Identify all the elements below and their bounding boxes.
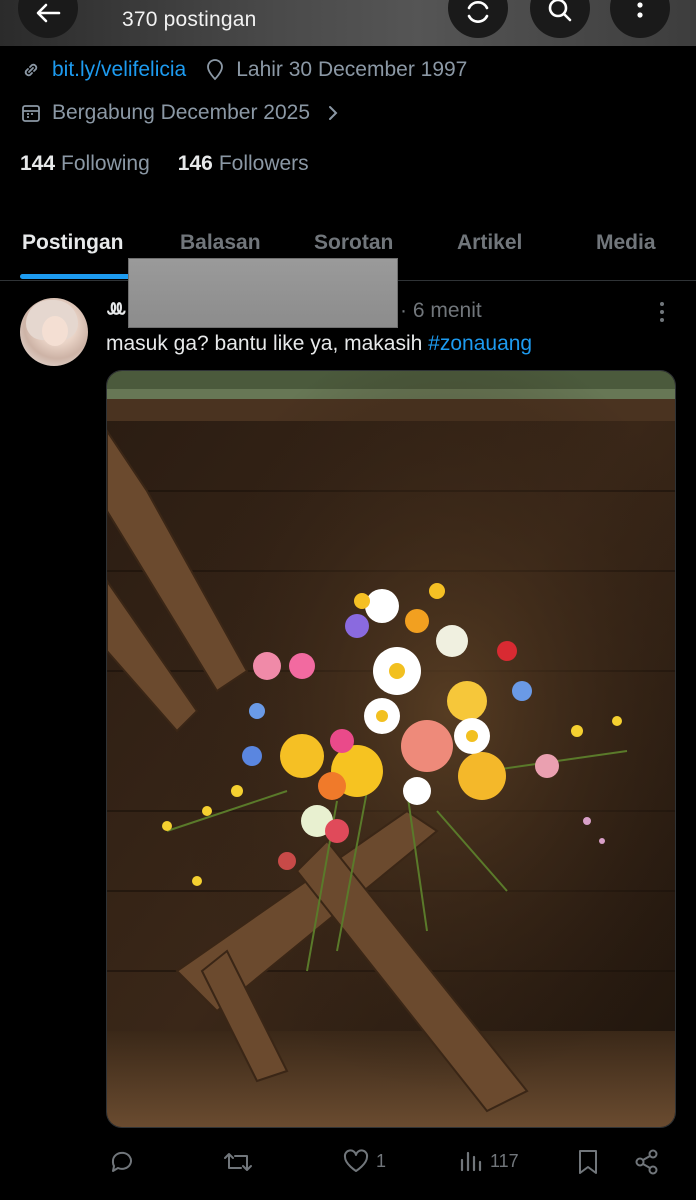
redaction-box [128,258,398,328]
active-tab-indicator [20,274,138,279]
tab-balasan[interactable]: Balasan [180,231,261,255]
like-count: 1 [376,1150,387,1171]
bookmark-icon [579,1150,597,1174]
bar-chart-icon [460,1151,482,1172]
views-button[interactable]: 117 [458,1148,519,1174]
joined-row[interactable]: Bergabung December 2025 [20,101,354,125]
following-count: 144 [20,152,56,175]
heart-icon [343,1149,369,1172]
follow-stats: 144 Following 146 Followers [20,152,309,176]
bouquet-photo [107,371,675,1127]
tweet-more-button[interactable] [650,300,674,324]
followers-label: Followers [218,152,309,175]
chevron-right-icon [322,102,344,124]
retweet-button[interactable] [222,1148,260,1176]
tweet-author-name[interactable]: ꔛ [106,298,127,322]
tweet-text: masuk ga? bantu like ya, makasih #zonaua… [106,332,532,356]
profile-website-link[interactable]: bit.ly/velifelicia [52,58,186,82]
tab-postingan[interactable]: Postingan [22,231,124,255]
header-backdrop [0,0,696,46]
refresh-icon [467,1,489,23]
tab-artikel[interactable]: Artikel [457,231,522,255]
location-pin-icon [204,59,226,81]
joined-date: Bergabung December 2025 [52,101,311,124]
profile-meta-row: bit.ly/velifelicia Lahir 30 December 199… [20,58,467,82]
tweet-body: masuk ga? bantu like ya, makasih [106,332,429,355]
tab-media[interactable]: Media [596,231,656,255]
avatar[interactable] [20,298,88,366]
more-vertical-icon [637,2,643,18]
calendar-icon [20,102,42,124]
followers-count: 146 [177,152,213,175]
tweet-image[interactable] [106,370,676,1128]
reply-button[interactable] [108,1148,142,1176]
top-app-bar: 370 postingan [0,0,696,46]
avatar-face [42,316,68,346]
views-count: 117 [490,1150,519,1171]
share-button[interactable] [634,1148,660,1176]
reply-icon [111,1151,132,1172]
link-icon [20,59,42,81]
following-label: Following [61,152,150,175]
arrow-left-icon [36,3,61,23]
post-count-title: 370 postingan [122,8,257,31]
tweet-time[interactable]: · 6 menit [400,299,482,323]
tweet-actions: 1 117 [106,1148,676,1182]
bookmark-button[interactable] [576,1148,600,1176]
search-icon [548,0,572,22]
following-link[interactable]: 144 Following [20,152,150,176]
share-icon [635,1149,658,1175]
more-vertical-icon [660,302,664,322]
retweet-icon [224,1153,252,1171]
tab-sorotan[interactable]: Sorotan [314,231,393,255]
like-button[interactable]: 1 [342,1148,386,1174]
hashtag-link[interactable]: #zonauang [428,332,532,355]
followers-link[interactable]: 146 Followers [178,152,309,176]
birth-date: Lahir 30 December 1997 [236,58,468,81]
